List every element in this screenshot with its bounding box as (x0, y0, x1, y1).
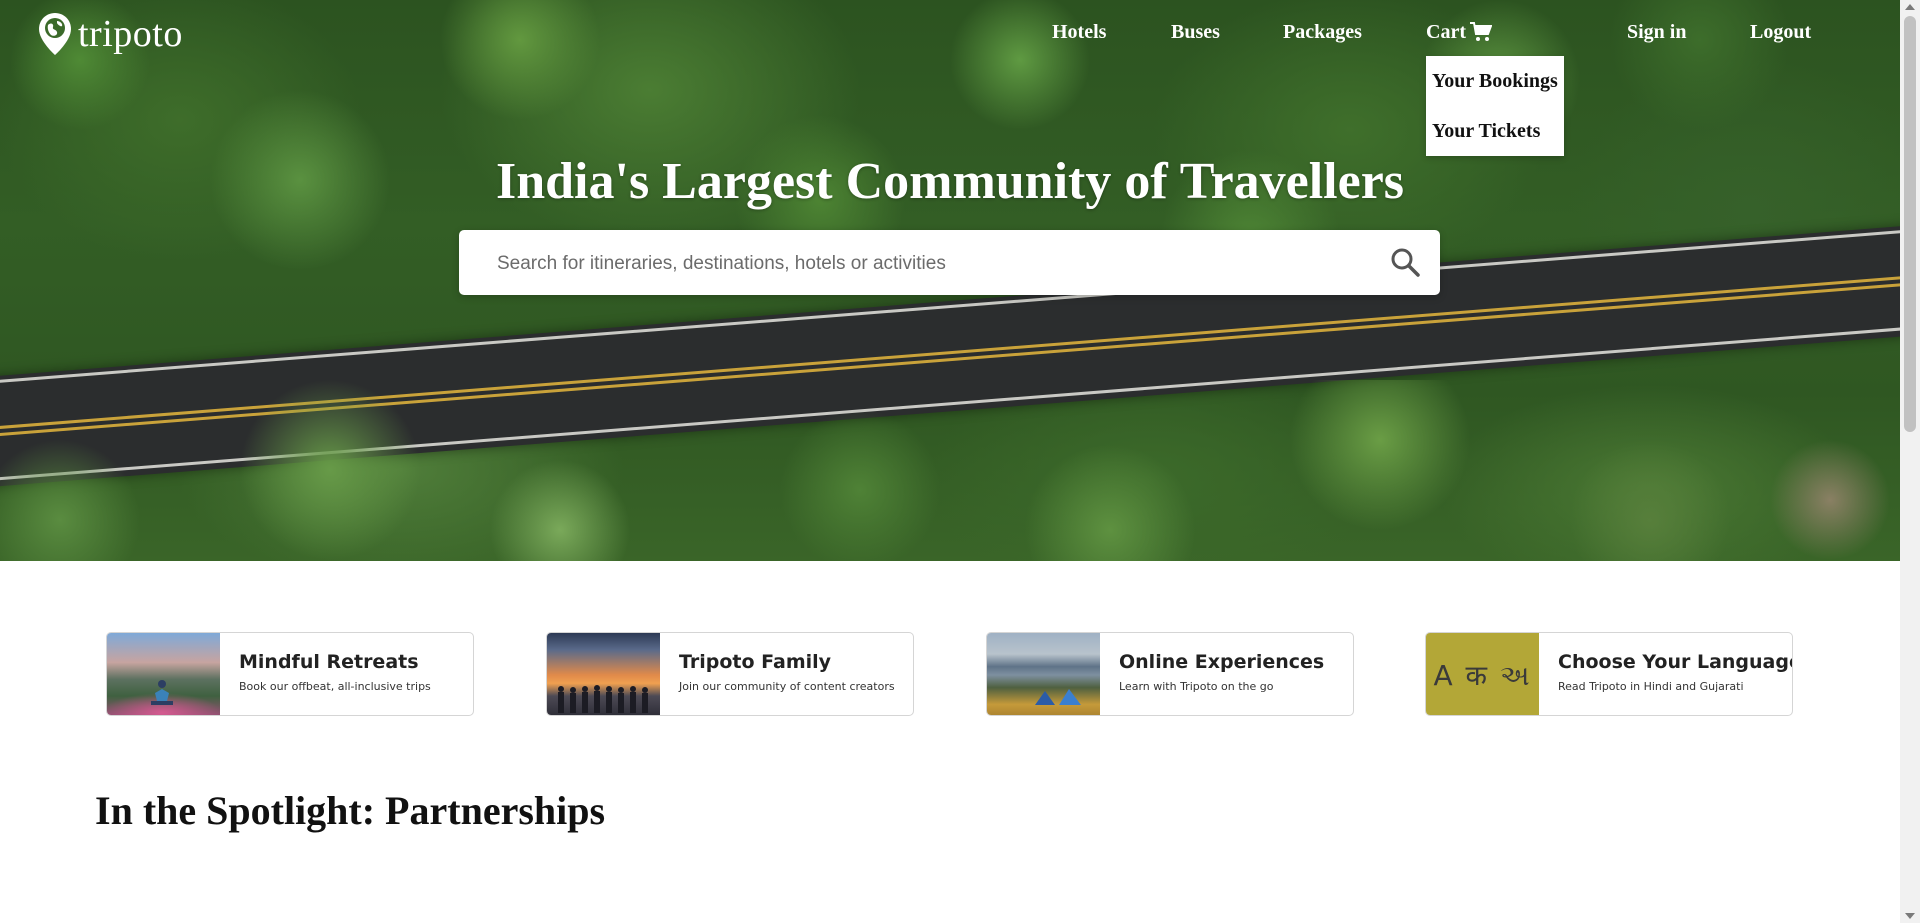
card-title: Online Experiences (1119, 651, 1325, 673)
page-viewport: tripoto Hotels Buses Packages Cart Sign … (0, 0, 1900, 923)
dropdown-your-tickets[interactable]: Your Tickets (1432, 119, 1540, 143)
cart-icon (1469, 22, 1492, 41)
search-bar (459, 230, 1440, 297)
card-subtitle: Join our community of content creators (679, 680, 895, 693)
card-online-experiences[interactable]: Online Experiences Learn with Tripoto on… (986, 632, 1354, 716)
hero-forest-bottom (0, 380, 1900, 561)
nav-hotels-link[interactable]: Hotels (1052, 20, 1106, 44)
vertical-scrollbar[interactable] (1900, 0, 1920, 923)
hero-title: India's Largest Community of Travellers (495, 153, 1405, 210)
card-title: Choose Your Language (1558, 651, 1793, 673)
nav-packages-link[interactable]: Packages (1283, 20, 1362, 44)
card-subtitle: Read Tripoto in Hindi and Gujarati (1558, 680, 1744, 693)
online-experiences-image (987, 633, 1100, 715)
card-tripoto-family[interactable]: Tripoto Family Join our community of con… (546, 632, 914, 716)
nav-buses-link[interactable]: Buses (1171, 20, 1220, 44)
scroll-down-arrow-icon[interactable] (1905, 913, 1915, 919)
choose-language-image: A क અ (1426, 633, 1539, 715)
scrollbar-thumb[interactable] (1904, 16, 1916, 432)
cart-label: Cart (1426, 21, 1466, 43)
dropdown-your-bookings[interactable]: Your Bookings (1432, 69, 1558, 93)
spotlight-heading: In the Spotlight: Partnerships (95, 788, 606, 833)
card-mindful-retreats[interactable]: Mindful Retreats Book our offbeat, all-i… (106, 632, 474, 716)
nav-sign-in-link[interactable]: Sign in (1627, 20, 1686, 44)
tripoto-family-image (547, 633, 660, 715)
group-silhouette-icon (558, 685, 648, 713)
brand-name: tripoto (78, 13, 183, 55)
card-subtitle: Learn with Tripoto on the go (1119, 680, 1274, 693)
tents-icon (1035, 689, 1081, 705)
card-subtitle: Book our offbeat, all-inclusive trips (239, 680, 431, 693)
search-icon[interactable] (1390, 247, 1420, 277)
language-glyphs: A क અ (1433, 659, 1532, 692)
card-title: Mindful Retreats (239, 651, 419, 673)
location-pin-icon (39, 13, 71, 55)
mindful-retreats-image (107, 633, 220, 715)
nav-logout-link[interactable]: Logout (1750, 20, 1811, 44)
brand-logo[interactable]: tripoto (38, 12, 183, 56)
nav-cart-link[interactable]: Cart (1426, 20, 1492, 44)
card-choose-language[interactable]: A क અ Choose Your Language Read Tripoto … (1425, 632, 1793, 716)
meditating-person-icon (151, 680, 173, 705)
search-input[interactable] (495, 230, 1359, 297)
scroll-up-arrow-icon[interactable] (1905, 4, 1915, 10)
hero-banner: tripoto Hotels Buses Packages Cart Sign … (0, 0, 1900, 561)
card-title: Tripoto Family (679, 651, 832, 673)
cart-dropdown-menu: Your Bookings Your Tickets (1426, 56, 1564, 156)
